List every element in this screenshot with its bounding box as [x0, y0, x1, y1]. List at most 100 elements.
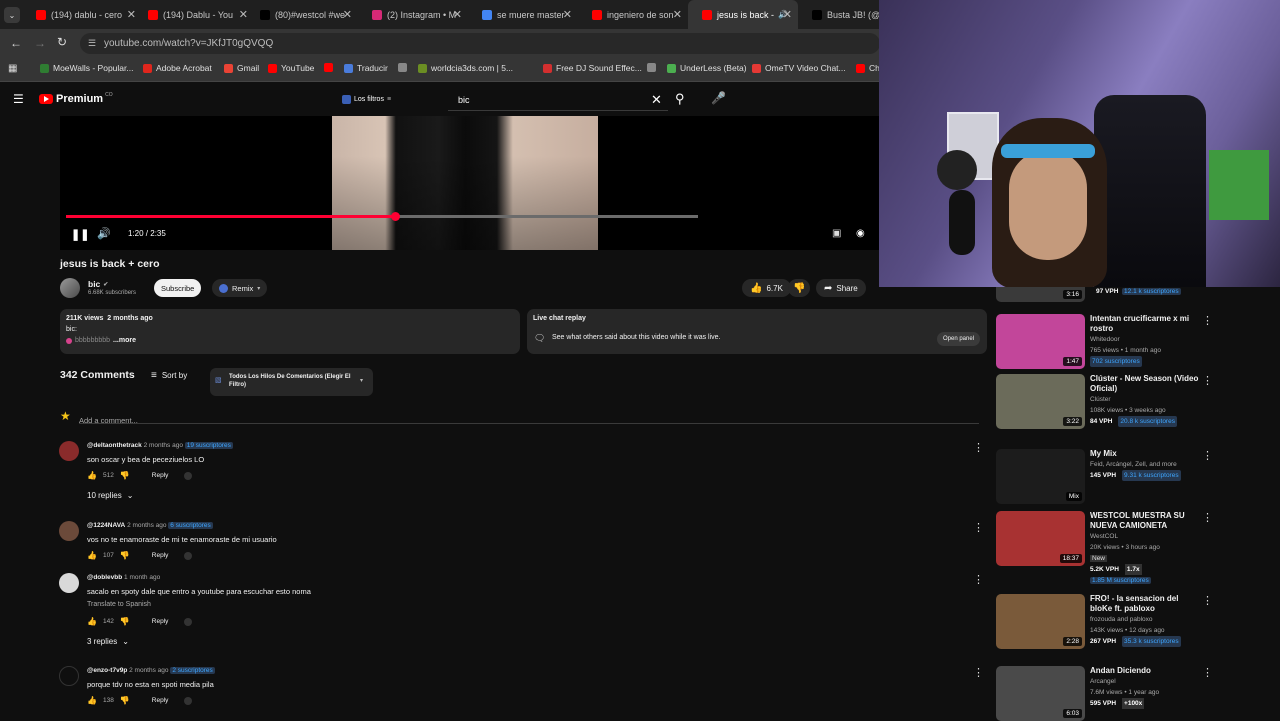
comment-avatar[interactable] [59, 573, 79, 593]
search-icon[interactable]: ⚲ [675, 91, 685, 107]
microphone-icon[interactable]: 🎤 [711, 91, 726, 105]
bookmark-item[interactable]: YouTube [268, 63, 314, 73]
thumbs-down-icon[interactable]: 👎 [120, 696, 130, 705]
bookmark-item[interactable]: UnderLess (Beta) [667, 63, 747, 73]
bookmark-item[interactable]: Ch [856, 63, 880, 73]
comment-avatar[interactable] [59, 521, 79, 541]
channel-avatar[interactable] [60, 278, 80, 298]
thumbs-up-icon[interactable]: 👍 [87, 551, 97, 560]
search-input[interactable]: bic [448, 89, 668, 111]
bookmark-item[interactable]: Free DJ Sound Effec... [543, 63, 642, 73]
thumbs-up-icon[interactable]: 👍 [87, 471, 97, 480]
autoplay-toggle-icon[interactable]: ◉ [856, 228, 865, 239]
show-more-link[interactable]: ...more [113, 337, 136, 344]
site-info-icon[interactable]: ☰ [88, 33, 96, 54]
dislike-button[interactable]: 👎 [788, 279, 810, 297]
bookmark-item[interactable]: Gmail [224, 63, 259, 73]
channel-name[interactable]: bic ✔ [88, 279, 108, 289]
channel-name[interactable]: Whitedoor [1090, 336, 1120, 343]
sidebar-more-icon[interactable]: ⋮ [1202, 666, 1213, 679]
progress-scrubber[interactable] [390, 212, 400, 221]
youtube-logo[interactable]: Premium CO [39, 92, 113, 105]
comment-author[interactable]: @doblevbb [87, 574, 122, 581]
comment-author[interactable]: @enzo-t7v9p [87, 667, 127, 674]
bookmark-item[interactable] [647, 63, 660, 72]
browser-tab[interactable]: jesus is back - 🔊 ✕ [688, 0, 798, 29]
browser-tab[interactable]: Busta JB! (@bus [798, 0, 880, 29]
like-button[interactable]: 👍 6.7K [742, 279, 791, 297]
reply-button[interactable]: Reply [152, 697, 169, 704]
video-title[interactable]: Clúster - New Season (Video Oficial) [1090, 374, 1202, 394]
channel-name[interactable]: frozouda and pabloxo [1090, 616, 1153, 623]
comment-author[interactable]: @deltaonthetrack [87, 442, 142, 449]
sidebar-more-icon[interactable]: ⋮ [1202, 374, 1213, 387]
share-button[interactable]: ➦ Share [816, 279, 866, 297]
sidebar-more-icon[interactable]: ⋮ [1202, 594, 1213, 607]
miniplayer-icon[interactable]: ▣ [832, 228, 841, 239]
video-thumbnail[interactable]: 3:22 [996, 374, 1085, 429]
channel-name[interactable]: Feid, Arcángel, Zell, and more [1090, 461, 1177, 468]
sidebar-more-icon[interactable]: ⋮ [1202, 314, 1213, 327]
menu-icon[interactable]: ☰ [13, 92, 24, 106]
thumbs-up-icon[interactable]: 👍 [87, 617, 97, 626]
bookmark-item[interactable]: worldcia3ds.com | 5... [418, 63, 513, 73]
subscribe-button[interactable]: Subscribe [154, 279, 202, 297]
remix-button[interactable]: Remix ▾ [212, 279, 268, 297]
pause-icon[interactable]: ❚❚ [71, 228, 89, 241]
comment-author[interactable]: @1224NAVA [87, 522, 125, 529]
video-thumbnail[interactable]: 2:28 [996, 594, 1085, 649]
video-title[interactable]: FRO! - la sensacion del bloKe ft. pablox… [1090, 594, 1202, 614]
apps-icon[interactable]: ▦ [8, 63, 17, 74]
comment-filter-dropdown[interactable]: ▧ Todos Los Hilos De Comentarios (Elegir… [210, 368, 373, 396]
sort-button[interactable]: ≡ Sort by [151, 370, 187, 381]
translate-link[interactable]: Translate to Spanish [87, 601, 151, 608]
thumbs-down-icon[interactable]: 👎 [120, 617, 130, 626]
browser-tab[interactable]: (194) Dablu - You ✕ [134, 0, 254, 29]
comment-more-icon[interactable]: ⋮ [973, 441, 984, 454]
channel-name[interactable]: Clúster [1090, 396, 1111, 403]
thumbs-up-icon[interactable]: 👍 [87, 696, 97, 705]
tab-close-icon[interactable]: ✕ [783, 8, 792, 21]
browser-tab[interactable]: se muere master ✕ [468, 0, 578, 29]
tab-close-icon[interactable]: ✕ [673, 8, 682, 21]
comment-more-icon[interactable]: ⋮ [973, 521, 984, 534]
bookmark-item[interactable]: MoeWalls - Popular... [40, 63, 133, 73]
bookmark-item[interactable]: Adobe Acrobat [143, 63, 212, 73]
reload-icon[interactable]: ↻ [57, 35, 67, 49]
browser-tab[interactable]: (194) dablu - cero ✕ [22, 0, 142, 29]
video-title[interactable]: Andan Diciendo [1090, 666, 1202, 676]
progress-bar[interactable] [66, 212, 698, 221]
sidebar-more-icon[interactable]: ⋮ [1202, 511, 1213, 524]
video-title[interactable]: WESTCOL MUESTRA SU NUEVA CAMIONETA [1090, 511, 1202, 531]
browser-tab[interactable]: (2) Instagram • M ✕ [358, 0, 468, 29]
volume-icon[interactable]: 🔊 [97, 227, 111, 240]
sidebar-more-icon[interactable]: ⋮ [1202, 449, 1213, 462]
bookmark-item[interactable]: Traducir [344, 63, 388, 73]
thumbs-down-icon[interactable]: 👎 [120, 471, 130, 480]
add-comment-input[interactable]: Add a comment... [79, 410, 979, 425]
bookmark-item[interactable] [324, 63, 337, 72]
open-panel-button[interactable]: Open panel [937, 332, 981, 346]
browser-tab[interactable]: (80)#westcol #we ✕ [246, 0, 358, 29]
description-box[interactable]: 211K views 2 months ago bic: bbbbbbbbb .… [60, 309, 520, 354]
url-field[interactable]: ☰ youtube.com/watch?v=JKfJT0gQVQQ [80, 33, 880, 54]
video-title[interactable]: Intentan crucificarme x mi rostro [1090, 314, 1202, 334]
video-thumbnail[interactable]: Mix [996, 449, 1085, 504]
tab-close-icon[interactable]: ✕ [563, 8, 572, 21]
reply-button[interactable]: Reply [152, 472, 169, 479]
tab-close-icon[interactable]: ✕ [453, 8, 462, 21]
comment-avatar[interactable] [59, 666, 79, 686]
reply-button[interactable]: Reply [152, 552, 169, 559]
tab-search-icon[interactable]: ⌄ [4, 7, 20, 23]
comment-more-icon[interactable]: ⋮ [973, 666, 984, 679]
bookmark-item[interactable]: OmeTV Video Chat... [752, 63, 846, 73]
channel-name[interactable]: Arcangel [1090, 678, 1116, 685]
clear-search-icon[interactable]: ✕ [651, 92, 662, 108]
view-replies-button[interactable]: 3 replies ⌄ [87, 637, 129, 646]
bookmark-item[interactable] [398, 63, 411, 72]
video-thumbnail[interactable]: 1:47 [996, 314, 1085, 369]
video-thumbnail[interactable]: 6:03 [996, 666, 1085, 721]
comment-more-icon[interactable]: ⋮ [973, 573, 984, 586]
video-title[interactable]: My Mix [1090, 449, 1202, 459]
reply-button[interactable]: Reply [152, 618, 169, 625]
